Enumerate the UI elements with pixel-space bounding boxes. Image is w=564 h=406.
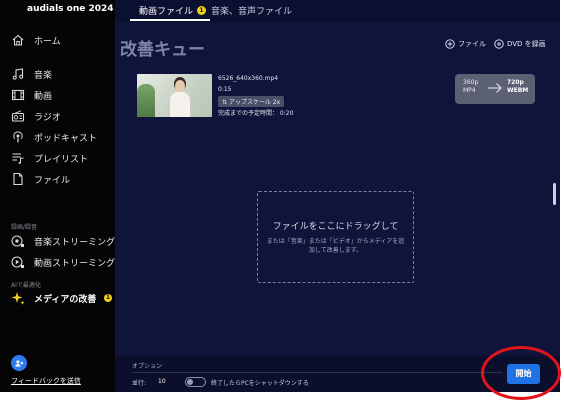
parallel-label: 並行:: [132, 380, 147, 387]
sidebar-item-home[interactable]: ホーム: [11, 32, 61, 48]
source-format: 360p MP4: [463, 79, 478, 95]
sidebar-item-file[interactable]: ファイル: [11, 171, 70, 187]
drop-zone-subtitle: または「音楽」または「ビデオ」からメディアを追加して改善します。: [266, 238, 405, 254]
target-format: 720p WEBM: [507, 79, 528, 95]
app-window: audials one 2024 ultra ホーム 音楽 動画 ラ: [0, 0, 560, 392]
disc-icon: [494, 39, 504, 49]
tab-active-indicator: [130, 19, 210, 21]
divider: [132, 372, 502, 373]
sidebar-item-label: ファイル: [34, 175, 71, 186]
upscale-label: アップスケール 2x: [228, 99, 281, 106]
add-file-label: ファイル: [458, 40, 486, 48]
shutdown-toggle[interactable]: [185, 377, 206, 387]
add-file-button[interactable]: ファイル: [445, 39, 486, 49]
sparkle-icon: [11, 291, 25, 305]
podcast-icon: [11, 130, 25, 144]
sidebar-item-music-streaming[interactable]: 音楽ストリーミング: [11, 233, 115, 249]
queue-item[interactable]: 6526_640x360.mp4 0:15 ⇅ アップスケール 2x 完成までの…: [130, 71, 544, 119]
start-button[interactable]: 開始: [507, 364, 540, 384]
tab-video-files[interactable]: 動画ファイル 1: [139, 4, 207, 17]
drop-zone-title: ファイルをここにドラッグして: [272, 222, 399, 232]
radio-icon: [11, 109, 25, 123]
options-bar: オプション 並行: 10 終了したらPCをシャットダウンする 開始: [115, 356, 560, 392]
upscale-tag: ⇅ アップスケール 2x: [218, 96, 285, 107]
tab-label: 音楽、音声ファイル: [211, 7, 293, 17]
estimated-time: 完成までの予定時間： 0:20: [218, 110, 294, 117]
duration: 0:15: [218, 86, 232, 93]
feedback-icon: [11, 355, 27, 371]
upscale-icon: ⇅: [222, 99, 229, 106]
page-title: 改善キュー: [120, 40, 205, 60]
file-name: 6526_640x360.mp4: [218, 75, 279, 82]
video-thumbnail: [137, 74, 212, 117]
options-label: オプション: [132, 363, 163, 370]
tab-label: 動画ファイル: [139, 7, 194, 17]
drop-zone[interactable]: ファイルをここにドラッグして または「音楽」または「ビデオ」からメディアを追加し…: [257, 191, 414, 283]
sidebar-item-label: ホーム: [34, 36, 61, 47]
sidebar-item-music[interactable]: 音楽: [11, 66, 52, 82]
section-record-label: 録画/録音: [11, 224, 38, 231]
sidebar-item-label: ポッドキャスト: [34, 133, 98, 144]
sidebar: audials one 2024 ultra ホーム 音楽 動画 ラ: [0, 0, 143, 392]
feedback-label: フィードバックを送信: [11, 377, 81, 385]
target-container: WEBM: [507, 87, 529, 94]
sidebar-item-label: 動画ストリーミング: [34, 258, 116, 269]
brand-name: audials one 2024: [27, 4, 114, 14]
sidebar-item-label: 動画: [34, 91, 53, 102]
music-icon: [11, 67, 25, 81]
shutdown-label: 終了したらPCをシャットダウンする: [211, 380, 309, 387]
file-icon: [11, 172, 25, 186]
tab-badge: 1: [197, 6, 207, 15]
tab-audio-files[interactable]: 音楽、音声ファイル: [211, 4, 292, 17]
sidebar-item-playlist[interactable]: プレイリスト: [11, 150, 88, 166]
sidebar-item-video[interactable]: 動画: [11, 87, 52, 103]
feedback-link[interactable]: フィードバックを送信: [11, 355, 111, 386]
sidebar-item-label: ラジオ: [34, 112, 61, 123]
target-resolution: 720p: [507, 79, 524, 86]
arrow-right-icon: [488, 83, 502, 93]
sidebar-item-label: メディアの改善: [34, 294, 97, 305]
playlist-icon: [11, 151, 25, 165]
conversion-format-box[interactable]: 360p MP4 720p WEBM: [455, 74, 535, 104]
music-streaming-icon: [11, 234, 25, 248]
sidebar-item-media-enhance[interactable]: メディアの改善: [11, 290, 96, 306]
video-streaming-icon: [11, 255, 25, 269]
notification-badge: 1: [104, 294, 112, 302]
burn-dvd-button[interactable]: DVD を録画: [494, 39, 546, 49]
plus-circle-icon: [445, 39, 455, 49]
home-icon: [11, 33, 25, 47]
sidebar-item-label: 音楽ストリーミング: [34, 237, 116, 248]
source-container: MP4: [463, 87, 476, 94]
sidebar-item-label: プレイリスト: [34, 154, 89, 165]
sidebar-item-video-streaming[interactable]: 動画ストリーミング: [11, 254, 115, 270]
burn-dvd-label: DVD を録画: [507, 40, 546, 48]
film-icon: [11, 88, 25, 102]
sidebar-item-podcast[interactable]: ポッドキャスト: [11, 129, 97, 145]
sidebar-item-label: 音楽: [34, 70, 53, 81]
section-ai-label: AIで最適化: [11, 282, 41, 289]
parallel-value[interactable]: 10: [158, 378, 166, 385]
scrollbar-thumb[interactable]: [553, 183, 556, 205]
sidebar-item-radio[interactable]: ラジオ: [11, 108, 61, 124]
source-resolution: 360p: [463, 79, 479, 86]
